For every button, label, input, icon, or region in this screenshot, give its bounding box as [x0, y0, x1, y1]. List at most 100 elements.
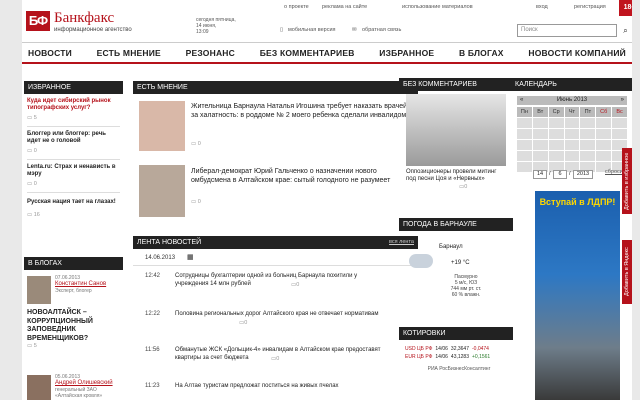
featured-title: ИЗБРАННОЕ [24, 81, 123, 94]
comment-count: 0 [464, 184, 468, 190]
day-cell[interactable] [517, 129, 532, 139]
day-cell[interactable] [580, 151, 596, 161]
day-cell[interactable] [596, 118, 612, 128]
ad-banner[interactable]: Вступай в ЛДПР! [535, 191, 620, 400]
add-favorites-button[interactable]: Добавить в избранное [622, 148, 632, 214]
all-news-link[interactable]: вся лента [389, 236, 414, 249]
day-cell[interactable] [517, 162, 532, 172]
day-cell[interactable] [517, 140, 532, 150]
month-input[interactable]: 6 [553, 170, 567, 179]
news-item[interactable]: 12:42 Сотрудницы бухгалтерии одной из бо… [133, 272, 418, 294]
about-link[interactable]: о проекте [284, 4, 309, 10]
news-item[interactable]: 12:22 Половина региональных дорог Алтайс… [133, 310, 418, 332]
day-cell[interactable] [548, 118, 564, 128]
opinion-photo[interactable] [139, 101, 185, 151]
feed-date: 14.06.2013 [145, 255, 176, 261]
feed-title: ЛЕНТА НОВОСТЕЙ вся лента [133, 236, 418, 249]
day-cell[interactable] [612, 118, 627, 128]
day-cell[interactable] [532, 129, 548, 139]
opinion-headline[interactable]: Жительница Барнаула Наталья Игошина треб… [191, 102, 411, 120]
news-text[interactable]: Половина региональных дорог Алтайского к… [175, 310, 385, 318]
featured-item[interactable]: Русская нация тает на глазах! [27, 199, 120, 206]
nav-featured[interactable]: ИЗБРАННОЕ [379, 48, 434, 58]
news-text[interactable]: На Алтае туристам предложат поститься на… [175, 382, 385, 390]
quote-name[interactable]: EUR ЦБ РФ [405, 353, 432, 361]
day-cell[interactable] [564, 151, 580, 161]
day-cell[interactable] [548, 151, 564, 161]
register-link[interactable]: регистрация [574, 4, 606, 10]
nav-opinion[interactable]: ЕСТЬ МНЕНИЕ [97, 48, 161, 58]
day-cell[interactable] [596, 140, 612, 150]
day-cell[interactable] [596, 151, 612, 161]
ads-link[interactable]: реклама на сайте [322, 4, 367, 10]
blog-author[interactable]: Константин Санов [55, 281, 106, 287]
day-cell[interactable] [564, 140, 580, 150]
day-cell[interactable] [532, 118, 548, 128]
logo-mark[interactable]: БФ [26, 11, 50, 31]
comment-count: 5 [33, 115, 37, 121]
logo-name[interactable]: Банкфакс [54, 10, 114, 27]
calendar-icon[interactable]: ▦ [187, 254, 195, 262]
prev-month-icon[interactable]: « [520, 96, 523, 105]
day-cell[interactable] [580, 140, 596, 150]
comment-icon: ▭ [27, 212, 33, 218]
quote-value: 32,3647 [450, 346, 469, 352]
weekday: Пн [517, 107, 532, 117]
blogs-block: В БЛОГАХ 07.06.2013 Константин Санов Экс… [24, 257, 123, 400]
weather-temp: +19 °C [451, 260, 470, 266]
no-comments-photo[interactable] [406, 94, 506, 166]
day-cell[interactable] [580, 118, 596, 128]
nav-no-comments[interactable]: БЕЗ КОММЕНТАРИЕВ [260, 48, 355, 58]
day-cell[interactable] [517, 118, 532, 128]
blog-author[interactable]: Андрей Олишевский [55, 380, 113, 386]
search-icon[interactable]: ⌕ [619, 24, 632, 37]
usage-link[interactable]: использование материалов [402, 4, 473, 10]
mobile-icon: ▯ [280, 27, 284, 33]
featured-item[interactable]: Блоггер или блоггер: речь идет не о голо… [27, 131, 120, 145]
quotes-source[interactable]: РИА РосБизнесКонсалтинг [405, 365, 513, 373]
day-cell[interactable] [517, 151, 532, 161]
nav-news[interactable]: НОВОСТИ [28, 48, 72, 58]
opinion-photo[interactable] [139, 165, 185, 217]
day-cell[interactable] [532, 140, 548, 150]
nav-company-news[interactable]: НОВОСТИ КОМПАНИЙ [528, 48, 626, 58]
login-link[interactable]: вход [536, 4, 548, 10]
weather-detail: 60 % влажн. [451, 292, 481, 298]
featured-item[interactable]: Lenta.ru: Страх и ненависть в мэру [27, 164, 120, 178]
comment-icon: ▭ [191, 141, 197, 147]
day-input[interactable]: 14 [533, 170, 547, 179]
day-cell[interactable] [548, 140, 564, 150]
mobile-link[interactable]: мобильная версия [288, 27, 336, 33]
day-cell[interactable] [580, 129, 596, 139]
no-comments-caption[interactable]: Оппозиционеры провели митинг под песни Ц… [406, 169, 506, 183]
feedback-link[interactable]: обратная связь [362, 27, 401, 33]
calendar-title: КАЛЕНДАРЬ [511, 78, 632, 91]
news-text[interactable]: Сотрудницы бухгалтерии одной из больниц … [175, 272, 385, 288]
featured-item[interactable]: Куда идет сибирский рынок типографских у… [27, 98, 120, 112]
blog-post-title[interactable]: НОВОАЛТАЙСК – КОРРУПЦИОННЫЙ ЗАПОВЕДНИК В… [27, 309, 119, 343]
comment-count: 5 [33, 343, 37, 349]
news-text[interactable]: Обманутые ЖСК «Дольщик-4» инвалидам в Ал… [175, 346, 385, 362]
header-date: сегодня пятница, 14 июня, 13:09 [196, 17, 248, 35]
nav-resonance[interactable]: РЕЗОНАНС [186, 48, 235, 58]
day-cell[interactable] [548, 129, 564, 139]
next-month-icon[interactable]: » [621, 96, 624, 105]
day-cell[interactable] [532, 151, 548, 161]
date-separator: / [549, 171, 551, 177]
news-item[interactable]: 11:23 На Алтае туристам предложат постит… [133, 382, 418, 400]
day-cell[interactable] [596, 129, 612, 139]
nav-blogs[interactable]: В БЛОГАХ [459, 48, 504, 58]
day-cell[interactable] [564, 129, 580, 139]
quote-change: +0,1561 [472, 354, 491, 360]
avatar[interactable] [27, 276, 51, 304]
comment-count: 16 [33, 212, 40, 218]
year-input[interactable]: 2013 [573, 170, 593, 179]
opinion-headline[interactable]: Либерал-демократ Юрий Гальченко о назнач… [191, 167, 411, 185]
quote-name[interactable]: USD ЦБ РФ [405, 345, 432, 353]
day-cell[interactable] [612, 129, 627, 139]
avatar[interactable] [27, 375, 51, 400]
ad-text[interactable]: Вступай в ЛДПР! [535, 197, 620, 207]
day-cell[interactable] [564, 118, 580, 128]
add-yandex-button[interactable]: Добавить в Яндекс [622, 240, 632, 304]
search-input[interactable]: Поиск [517, 24, 617, 37]
